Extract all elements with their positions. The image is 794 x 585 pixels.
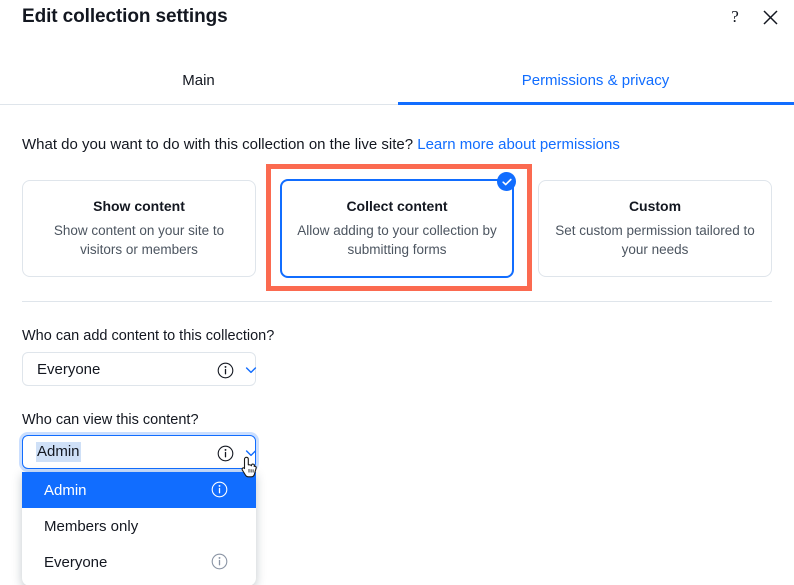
select-value: Everyone	[37, 360, 101, 378]
select-who-can-view-content[interactable]: Admin	[22, 435, 257, 469]
option-card-description: Show content on your site to visitors or…	[53, 223, 225, 257]
select-who-can-add-content[interactable]: Everyone	[22, 352, 257, 386]
dialog-header: Edit collection settings ?	[0, 0, 794, 54]
tab-main[interactable]: Main	[0, 56, 397, 104]
help-icon[interactable]: ?	[722, 4, 748, 30]
dropdown-menu-who-can-view: Admin Members only Everyone	[22, 472, 256, 585]
dropdown-option-everyone[interactable]: Everyone	[22, 544, 256, 580]
option-card-title: Collect content	[346, 198, 448, 214]
info-icon[interactable]	[211, 481, 229, 499]
tab-permissions-privacy[interactable]: Permissions & privacy	[397, 56, 794, 104]
dropdown-option-admin[interactable]: Admin	[22, 472, 256, 508]
tab-active-indicator	[398, 102, 794, 105]
permissions-question: What do you want to do with this collect…	[22, 136, 620, 153]
edit-collection-settings-dialog: Edit collection settings ? Main Permissi…	[0, 0, 794, 585]
info-icon[interactable]	[216, 444, 234, 462]
learn-more-link[interactable]: Learn more about permissions	[417, 136, 620, 153]
option-card-show-content[interactable]: Show content Show content on your site t…	[22, 180, 256, 277]
permissions-question-text: What do you want to do with this collect…	[22, 136, 414, 153]
option-card-description: Set custom permission tailored to your n…	[555, 223, 755, 257]
info-icon[interactable]	[211, 553, 229, 571]
chevron-down-icon[interactable]	[245, 447, 257, 459]
select-value: Admin	[36, 442, 81, 462]
help-icon-glyph: ?	[731, 7, 739, 26]
dropdown-option-members-only[interactable]: Members only	[22, 508, 256, 544]
label-who-can-add-content: Who can add content to this collection?	[22, 328, 275, 344]
page-title: Edit collection settings	[22, 6, 228, 27]
option-card-title: Show content	[93, 198, 185, 214]
tab-main-label: Main	[182, 71, 215, 89]
checkmark-icon	[497, 172, 516, 191]
close-icon[interactable]	[757, 4, 783, 30]
dropdown-option-label: Everyone	[44, 553, 108, 571]
label-who-can-view-content: Who can view this content?	[22, 412, 199, 428]
chevron-down-icon[interactable]	[245, 364, 257, 376]
option-card-collect-content[interactable]: Collect content Allow adding to your col…	[280, 179, 514, 278]
option-card-custom[interactable]: Custom Set custom permission tailored to…	[538, 180, 772, 277]
option-card-title: Custom	[628, 198, 682, 214]
option-card-description: Allow adding to your collection by submi…	[297, 223, 497, 257]
dropdown-option-label: Admin	[44, 481, 87, 499]
tab-bar: Main Permissions & privacy	[0, 56, 794, 106]
info-icon[interactable]	[216, 361, 234, 379]
tab-permissions-privacy-label: Permissions & privacy	[521, 71, 670, 89]
dropdown-option-label: Members only	[44, 517, 139, 535]
section-divider	[22, 301, 772, 302]
